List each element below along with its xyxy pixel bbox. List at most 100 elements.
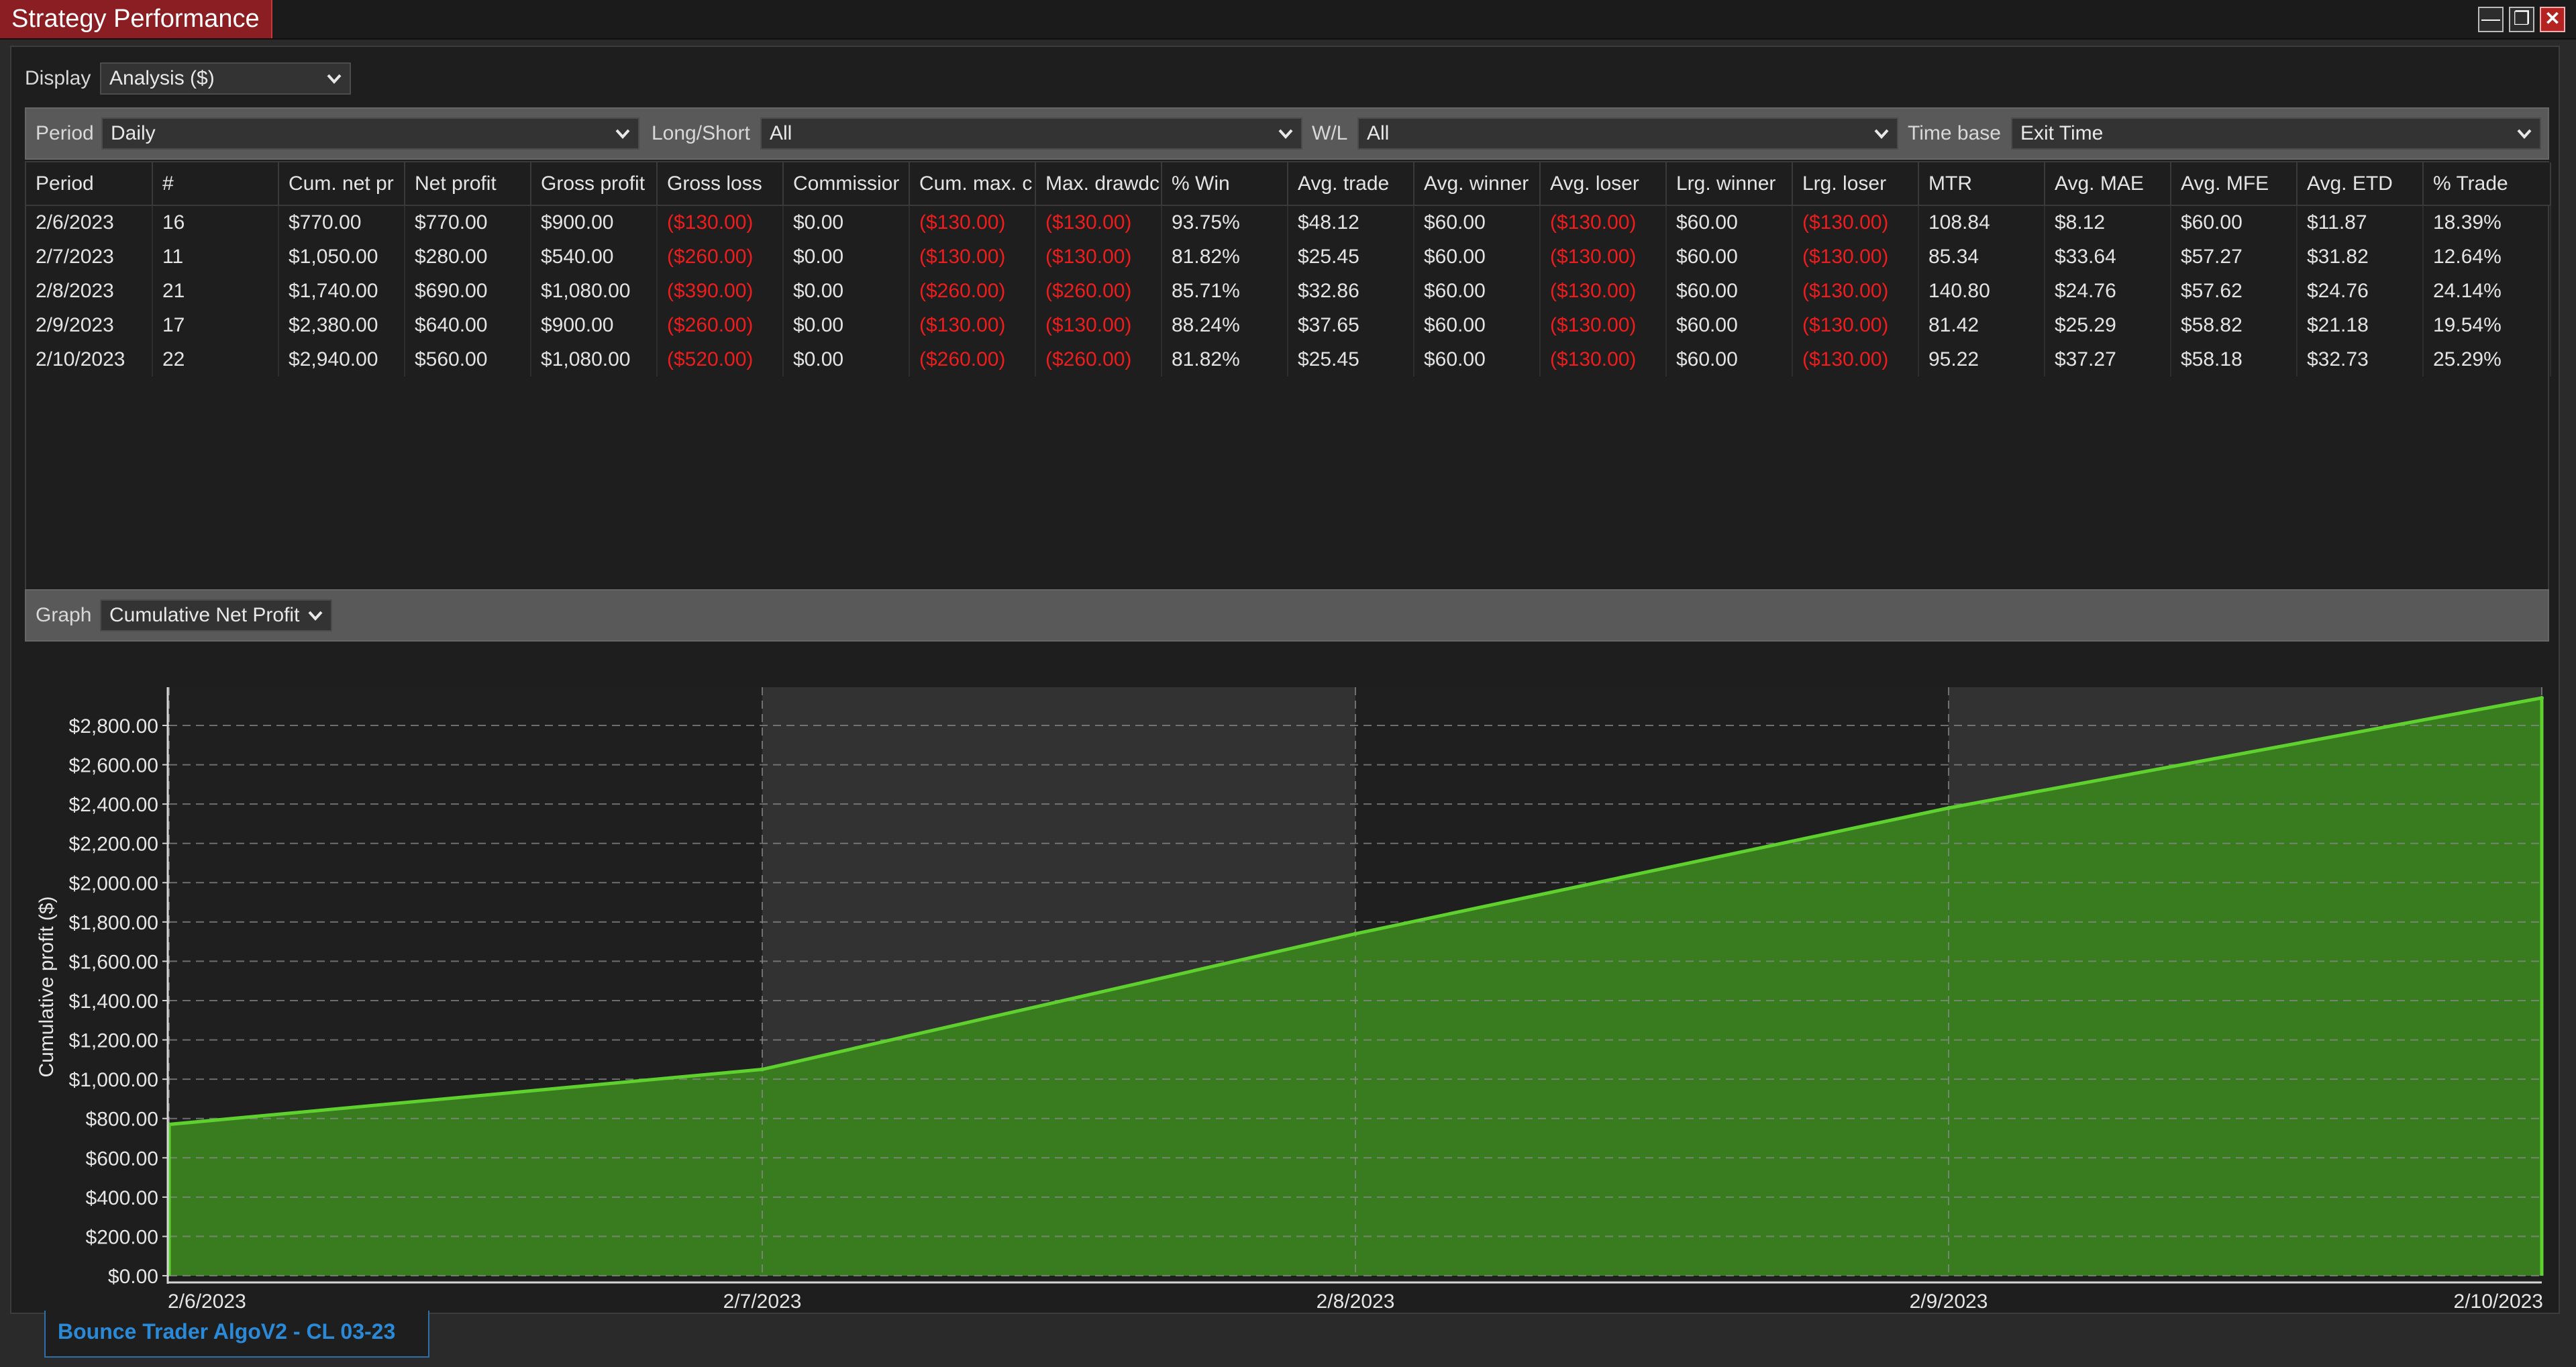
column-header[interactable]: Avg. ETD bbox=[2297, 162, 2424, 206]
long-short-select-value: All bbox=[770, 122, 792, 144]
column-header[interactable]: Period bbox=[26, 162, 153, 206]
y-tick-label: $2,000.00 bbox=[69, 872, 158, 895]
table-cell: ($130.00) bbox=[657, 205, 784, 240]
table-cell: ($260.00) bbox=[1035, 274, 1162, 308]
time-base-select[interactable]: Exit Time bbox=[2011, 117, 2541, 150]
table-cell: ($260.00) bbox=[657, 240, 784, 274]
table-cell: $60.00 bbox=[1666, 308, 1793, 342]
table-cell: $60.00 bbox=[1666, 205, 1793, 240]
column-header[interactable]: Gross loss bbox=[657, 162, 784, 206]
column-header[interactable]: Gross profit bbox=[531, 162, 658, 206]
y-tick-label: $1,400.00 bbox=[69, 991, 158, 1013]
column-header[interactable]: Avg. winner bbox=[1414, 162, 1541, 206]
chevron-down-icon bbox=[308, 611, 323, 621]
table-cell: $280.00 bbox=[405, 240, 531, 274]
column-header[interactable]: Cum. max. c bbox=[909, 162, 1036, 206]
chevron-down-icon bbox=[327, 74, 342, 84]
table-cell: $8.12 bbox=[2045, 205, 2171, 240]
table-cell: ($130.00) bbox=[909, 308, 1036, 342]
y-tick-label: $600.00 bbox=[86, 1148, 158, 1170]
table-cell: $24.76 bbox=[2045, 274, 2171, 308]
performance-panel: Display Analysis ($) Period Daily Long/S… bbox=[10, 46, 2560, 1314]
column-header[interactable]: % Trade bbox=[2423, 162, 2551, 206]
y-tick-label: $200.00 bbox=[86, 1226, 158, 1248]
time-base-select-value: Exit Time bbox=[2020, 122, 2104, 144]
y-tick-label: $2,600.00 bbox=[69, 755, 158, 777]
table-cell: 12.64% bbox=[2423, 240, 2551, 274]
column-header[interactable]: Avg. loser bbox=[1540, 162, 1667, 206]
table-cell: ($130.00) bbox=[1035, 240, 1162, 274]
cumulative-profit-chart: $0.00 $200.00 $400.00 $600.00 $800.00 $1,000.… bbox=[36, 687, 2544, 1309]
table-cell: $25.45 bbox=[1288, 342, 1414, 376]
graph-select[interactable]: Cumulative Net Profit bbox=[100, 599, 332, 631]
restore-button[interactable]: ❐ bbox=[2509, 7, 2534, 32]
long-short-select[interactable]: All bbox=[760, 117, 1302, 150]
table-row[interactable]: 2/10/2023 22 $2,940.00 $560.00 $1,080.00 ($52… bbox=[26, 342, 2551, 376]
table-cell: $25.45 bbox=[1288, 240, 1414, 274]
display-select[interactable]: Analysis ($) bbox=[100, 62, 351, 95]
table-cell: ($130.00) bbox=[1792, 274, 1919, 308]
period-select-value: Daily bbox=[111, 122, 156, 144]
x-tick-label: 2/10/2023 bbox=[2454, 1290, 2543, 1309]
wl-label: W/L bbox=[1312, 122, 1348, 144]
table-row[interactable]: 2/8/2023 21 $1,740.00 $690.00 $1,080.00 ($390… bbox=[26, 274, 2551, 308]
column-header[interactable]: % Win bbox=[1162, 162, 1288, 206]
y-tick-label: $1,600.00 bbox=[69, 951, 158, 973]
column-header[interactable]: Net profit bbox=[405, 162, 531, 206]
table-body: 2/6/2023 16 $770.00 $770.00 $900.00 ($130.00)… bbox=[26, 205, 2551, 376]
table-cell: $2,380.00 bbox=[278, 308, 405, 342]
performance-table: Period # Cum. net pr Net profit Gross profit… bbox=[25, 161, 2551, 625]
table-cell: $0.00 bbox=[783, 342, 910, 376]
table-cell: ($130.00) bbox=[1035, 308, 1162, 342]
table-cell: $0.00 bbox=[783, 274, 910, 308]
table-cell: $770.00 bbox=[405, 205, 531, 240]
strategy-tab[interactable]: Bounce Trader AlgoV2 - CL 03-23 bbox=[44, 1311, 429, 1358]
table-cell: 88.24% bbox=[1162, 308, 1288, 342]
data-point bbox=[760, 1067, 764, 1072]
table-row[interactable]: 2/6/2023 16 $770.00 $770.00 $900.00 ($130.00)… bbox=[26, 205, 2551, 240]
table-row[interactable]: 2/7/2023 11 $1,050.00 $280.00 $540.00 ($260.0… bbox=[26, 240, 2551, 274]
wl-select[interactable]: All bbox=[1357, 117, 1898, 150]
table-cell: 18.39% bbox=[2423, 205, 2551, 240]
time-base-label: Time base bbox=[1908, 122, 2001, 144]
column-header[interactable]: Avg. MFE bbox=[2171, 162, 2298, 206]
graph-label: Graph bbox=[36, 604, 92, 626]
x-tick-label: 2/7/2023 bbox=[723, 1290, 802, 1309]
y-tick-label: $800.00 bbox=[86, 1109, 158, 1131]
table-cell: $57.62 bbox=[2171, 274, 2298, 308]
period-select[interactable]: Daily bbox=[101, 117, 639, 150]
table-cell: 16 bbox=[152, 205, 279, 240]
table-cell: 2/6/2023 bbox=[26, 205, 153, 240]
y-tick-label: $2,200.00 bbox=[69, 833, 158, 856]
column-header[interactable]: MTR bbox=[1918, 162, 2045, 206]
table-cell: $31.82 bbox=[2297, 240, 2424, 274]
table-cell: 85.71% bbox=[1162, 274, 1288, 308]
table-cell: $37.27 bbox=[2045, 342, 2171, 376]
table-cell: 17 bbox=[152, 308, 279, 342]
table-cell: ($520.00) bbox=[657, 342, 784, 376]
table-row[interactable]: 2/9/2023 17 $2,380.00 $640.00 $900.00 ($260.0… bbox=[26, 308, 2551, 342]
long-short-label: Long/Short bbox=[652, 122, 750, 144]
y-tick-label: $400.00 bbox=[86, 1187, 158, 1209]
column-header[interactable]: Lrg. winner bbox=[1666, 162, 1793, 206]
y-tick-label: $1,200.00 bbox=[69, 1030, 158, 1052]
column-header[interactable]: Avg. trade bbox=[1288, 162, 1414, 206]
column-header[interactable]: Max. drawdc bbox=[1035, 162, 1162, 206]
close-button[interactable]: ✕ bbox=[2540, 7, 2565, 32]
table-cell: 81.82% bbox=[1162, 342, 1288, 376]
table-cell: $33.64 bbox=[2045, 240, 2171, 274]
table-cell: ($260.00) bbox=[909, 274, 1036, 308]
table-cell: $0.00 bbox=[783, 205, 910, 240]
column-header[interactable]: Lrg. loser bbox=[1792, 162, 1919, 206]
table-cell: $640.00 bbox=[405, 308, 531, 342]
table-header-row: Period # Cum. net pr Net profit Gross profit… bbox=[26, 162, 2551, 206]
column-header[interactable]: Commissior bbox=[783, 162, 910, 206]
table-cell: ($130.00) bbox=[1540, 308, 1667, 342]
table-cell: $900.00 bbox=[531, 308, 658, 342]
chevron-down-icon bbox=[1874, 129, 1889, 139]
column-header[interactable]: Avg. MAE bbox=[2045, 162, 2171, 206]
column-header[interactable]: Cum. net pr bbox=[278, 162, 405, 206]
table-cell: $60.00 bbox=[1414, 274, 1541, 308]
minimize-button[interactable]: — bbox=[2478, 7, 2504, 32]
column-header[interactable]: # bbox=[152, 162, 279, 206]
